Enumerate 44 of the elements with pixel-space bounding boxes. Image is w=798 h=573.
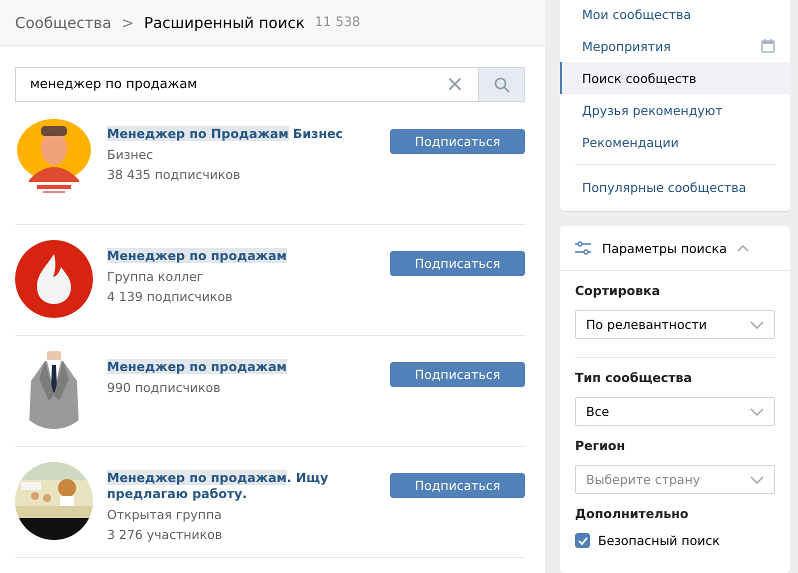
subscribe-button[interactable]: Подписаться xyxy=(390,129,525,154)
page-title: Расширенный поиск xyxy=(144,14,305,32)
checkbox[interactable]: Безопасный поиск xyxy=(575,533,775,548)
breadcrumb-separator: > xyxy=(121,14,134,32)
menu-item[interactable]: Мероприятия xyxy=(560,30,790,62)
result-count: 11 538 xyxy=(314,15,360,30)
check-icon xyxy=(578,536,588,544)
subscribe-button[interactable]: Подписаться xyxy=(390,251,525,276)
search-icon xyxy=(494,76,510,92)
chevron-down-icon xyxy=(750,476,764,484)
filter-label: Сортировка xyxy=(575,283,662,298)
search-field[interactable]: менеджер по продажам × xyxy=(15,67,478,102)
menu-item[interactable]: Друзья рекомендуют xyxy=(560,94,790,126)
dropdown-value: Все xyxy=(586,404,610,419)
filter-toggle[interactable]: Параметры поиска xyxy=(560,226,790,271)
group-type: Открытая группа xyxy=(107,507,223,522)
member-count: 4 139 подписчиков xyxy=(107,289,234,304)
subscribe-button[interactable]: Подписаться xyxy=(390,362,525,387)
dropdown-value: По релевантности xyxy=(586,317,707,332)
group-title[interactable]: Менеджер по продажам xyxy=(107,248,380,264)
menu-item[interactable]: Рекомендации xyxy=(560,126,790,158)
chevron-down-icon xyxy=(750,320,764,328)
filter-label: Тип сообщества xyxy=(575,370,693,385)
subscribe-button[interactable]: Подписаться xyxy=(390,473,525,498)
dropdown-placeholder: Выберите страну xyxy=(586,472,700,487)
dropdown[interactable]: По релевантности xyxy=(575,310,775,339)
sliders-icon xyxy=(574,241,592,255)
group-title[interactable]: Менеджер по продажам. Ищу предлагаю работу. xyxy=(107,470,380,502)
member-count: 3 276 участников xyxy=(107,527,224,542)
group-title[interactable]: Менеджер по Продажам Бизнес xyxy=(107,126,380,142)
member-count: 38 435 подписчиков xyxy=(107,167,242,182)
dropdown[interactable]: Все xyxy=(575,397,775,426)
member-count: 990 подписчиков xyxy=(107,380,222,395)
breadcrumb-link[interactable]: Сообщества xyxy=(15,14,112,32)
menu-item[interactable]: Поиск сообществ xyxy=(560,62,790,94)
search-button[interactable] xyxy=(478,67,525,102)
group-title[interactable]: Менеджер по продажам xyxy=(107,359,380,375)
group-type: Группа коллег xyxy=(107,269,204,284)
menu-item[interactable]: Мои сообщества xyxy=(560,0,790,30)
filter-label: Дополнительно xyxy=(575,506,690,521)
filter-label: Регион xyxy=(575,438,626,453)
menu-item[interactable]: Популярные сообщества xyxy=(560,171,790,203)
chevron-down-icon xyxy=(750,408,764,416)
group-type: Бизнес xyxy=(107,147,154,162)
